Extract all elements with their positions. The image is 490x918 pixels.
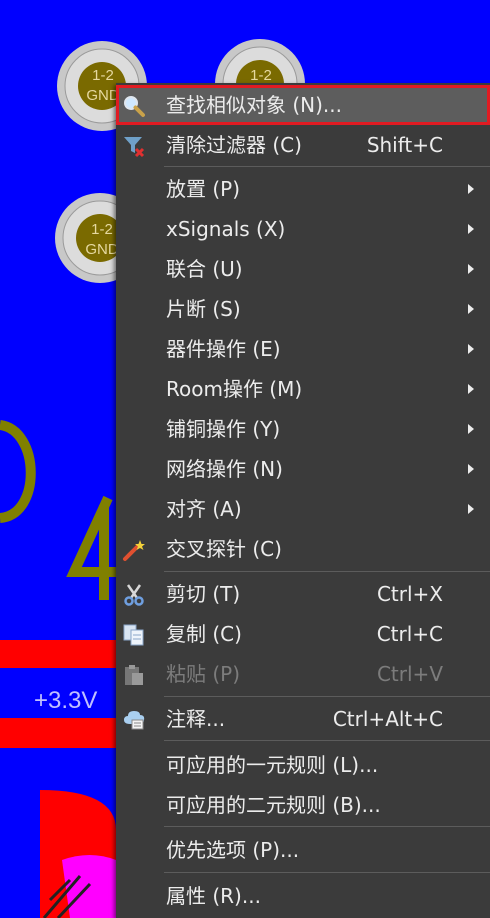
menu-separator	[164, 696, 490, 697]
menu-item-label: 粘贴 (P)	[166, 662, 241, 686]
submenu-arrow-icon	[468, 224, 474, 234]
context-menu: 查找相似对象 (N)... 清除过滤器 (C) Shift+C 放置 (P) x…	[116, 83, 490, 918]
menu-item-label: 片断 (S)	[166, 297, 241, 321]
menu-item-label: 优先选项 (P)...	[166, 838, 300, 862]
menu-item-label: 网络操作 (N)	[166, 457, 283, 481]
menu-item-label: 对齐 (A)	[166, 497, 242, 521]
menu-item-applicable-unary-rules[interactable]: 可应用的一元规则 (L)...	[116, 745, 490, 785]
menu-item-shortcut: Ctrl+Alt+C	[332, 707, 443, 731]
menu-item-place[interactable]: 放置 (P)	[116, 169, 490, 209]
copper-region	[0, 718, 116, 748]
menu-separator	[164, 826, 490, 827]
submenu-arrow-icon	[468, 184, 474, 194]
submenu-arrow-icon	[468, 304, 474, 314]
menu-item-label: 联合 (U)	[166, 257, 243, 281]
submenu-arrow-icon	[468, 464, 474, 474]
menu-item-label: 注释...	[166, 707, 226, 731]
menu-item-copy[interactable]: 复制 (C) Ctrl+C	[116, 614, 490, 654]
comment-icon	[122, 708, 146, 732]
menu-item-union[interactable]: 联合 (U)	[116, 249, 490, 289]
pad-3-label-bottom: GND	[85, 241, 119, 258]
menu-separator	[164, 166, 490, 167]
menu-item-paste[interactable]: 粘贴 (P) Ctrl+V	[116, 654, 490, 694]
net-label: +3.3V	[34, 687, 97, 714]
copy-icon	[122, 623, 146, 647]
menu-item-room-actions[interactable]: Room操作 (M)	[116, 369, 490, 409]
menu-item-polygon-actions[interactable]: 铺铜操作 (Y)	[116, 409, 490, 449]
menu-item-shortcut: Shift+C	[366, 133, 443, 157]
menu-item-label: 铺铜操作 (Y)	[166, 417, 281, 441]
menu-item-net-actions[interactable]: 网络操作 (N)	[116, 449, 490, 489]
submenu-arrow-icon	[468, 264, 474, 274]
menu-item-preferences[interactable]: 优先选项 (P)...	[116, 830, 490, 870]
menu-item-label: 属性 (R)...	[166, 884, 261, 908]
paste-icon	[122, 663, 146, 687]
menu-item-label: 剪切 (T)	[166, 582, 241, 606]
magic-wand-icon	[122, 538, 146, 562]
menu-item-align[interactable]: 对齐 (A)	[116, 489, 490, 529]
menu-item-cross-probe[interactable]: 交叉探针 (C)	[116, 529, 490, 569]
pad-3-label-top: 1-2	[91, 221, 113, 238]
menu-item-label: 器件操作 (E)	[166, 337, 281, 361]
menu-item-properties[interactable]: 属性 (R)...	[116, 876, 490, 916]
menu-item-label: 放置 (P)	[166, 177, 241, 201]
menu-item-label: 复制 (C)	[166, 622, 242, 646]
clear-filter-icon	[122, 134, 146, 158]
menu-item-find-similar-objects[interactable]: 查找相似对象 (N)...	[116, 85, 490, 125]
menu-item-shortcut: Ctrl+V	[376, 662, 443, 686]
menu-item-label: 查找相似对象 (N)...	[166, 93, 342, 117]
menu-separator	[164, 571, 490, 572]
menu-item-label: 可应用的一元规则 (L)...	[166, 753, 379, 777]
menu-separator	[164, 740, 490, 741]
pad-1-label-top: 1-2	[92, 67, 114, 84]
submenu-arrow-icon	[468, 504, 474, 514]
menu-separator	[164, 872, 490, 873]
menu-item-applicable-binary-rules[interactable]: 可应用的二元规则 (B)...	[116, 785, 490, 825]
submenu-arrow-icon	[468, 344, 474, 354]
menu-item-shortcut: Ctrl+C	[376, 622, 443, 646]
menu-item-label: 可应用的二元规则 (B)...	[166, 793, 381, 817]
menu-item-comment[interactable]: 注释... Ctrl+Alt+C	[116, 699, 490, 739]
menu-item-shortcut: Ctrl+X	[376, 582, 443, 606]
menu-item-label: 清除过滤器 (C)	[166, 133, 302, 157]
pad-1-label-bottom: GND	[86, 87, 120, 104]
copper-region	[0, 640, 116, 668]
magnifier-icon	[122, 94, 146, 118]
menu-item-xsignals[interactable]: xSignals (X)	[116, 209, 490, 249]
menu-item-component-actions[interactable]: 器件操作 (E)	[116, 329, 490, 369]
menu-item-snippets[interactable]: 片断 (S)	[116, 289, 490, 329]
menu-item-cut[interactable]: 剪切 (T) Ctrl+X	[116, 574, 490, 614]
menu-item-label: 交叉探针 (C)	[166, 537, 282, 561]
submenu-arrow-icon	[468, 384, 474, 394]
submenu-arrow-icon	[468, 424, 474, 434]
menu-item-clear-filter[interactable]: 清除过滤器 (C) Shift+C	[116, 125, 490, 165]
menu-item-label: Room操作 (M)	[166, 377, 303, 401]
pad-2-label-top: 1-2	[250, 67, 272, 84]
scissors-icon	[122, 583, 146, 607]
menu-item-label: xSignals (X)	[166, 217, 286, 241]
